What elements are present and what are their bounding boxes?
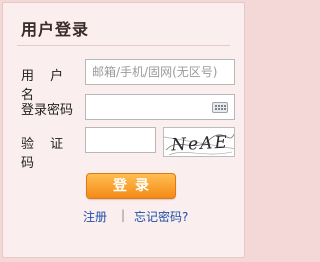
captcha-input[interactable] <box>86 128 155 152</box>
password-field-box <box>85 94 235 120</box>
captcha-field-box <box>85 127 156 153</box>
username-input[interactable] <box>86 60 234 84</box>
login-button[interactable]: 登录 <box>86 173 176 199</box>
keyboard-icon[interactable] <box>212 102 228 113</box>
panel-title: 用户登录 <box>21 20 90 39</box>
username-label: 用 户 名 <box>21 69 70 103</box>
forgot-password-link[interactable]: 忘记密码? <box>134 208 188 225</box>
captcha-text: NeAE <box>170 133 230 156</box>
link-separator: | <box>121 208 126 222</box>
login-panel: 用户登录 用 户 名 登录密码 验 证 码 NeAE 登录 注册 | 忘记密码? <box>2 2 245 258</box>
captcha-image[interactable]: NeAE <box>163 127 235 157</box>
register-link[interactable]: 注册 <box>83 208 107 225</box>
title-divider <box>17 45 230 46</box>
password-label: 登录密码 <box>21 103 74 118</box>
username-field-box <box>85 59 235 85</box>
captcha-label: 验 证 码 <box>21 137 70 171</box>
